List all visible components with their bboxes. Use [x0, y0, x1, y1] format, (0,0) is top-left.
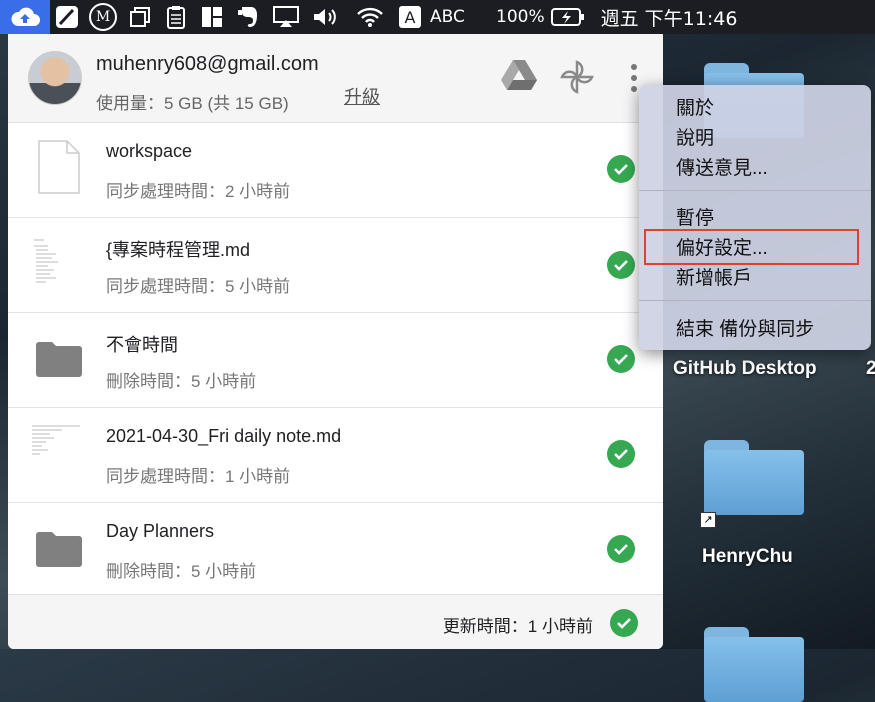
m-badge-icon[interactable]: M — [84, 0, 122, 34]
synced-check-icon — [607, 440, 635, 468]
upgrade-link[interactable]: 升級 — [344, 83, 380, 109]
google-drive-icon[interactable] — [500, 58, 538, 97]
input-source-icon[interactable]: A — [394, 0, 426, 34]
desktop-folder-icon[interactable] — [704, 627, 804, 702]
file-name: {專案時程管理.md — [106, 240, 251, 260]
list-item[interactable]: 2021-04-30_Fri daily note.md 同步處理時間：1 小時… — [8, 408, 663, 503]
synced-check-icon — [607, 345, 635, 373]
desktop-folder-icon[interactable] — [704, 440, 804, 515]
list-item[interactable]: 不會時間 刪除時間：5 小時前 — [8, 313, 663, 408]
backup-sync-cloud-icon[interactable] — [0, 0, 50, 34]
layout-grid-icon[interactable] — [194, 0, 230, 34]
list-item[interactable]: {專案時程管理.md 同步處理時間：5 小時前 — [8, 218, 663, 313]
window-copy-icon[interactable] — [122, 0, 158, 34]
file-status: 同步處理時間：2 小時前 — [106, 182, 291, 201]
wifi-icon[interactable] — [346, 0, 394, 34]
avatar — [28, 51, 82, 105]
file-name: 2021-04-30_Fri daily note.md — [106, 426, 342, 446]
storage-usage: 使用量：5 GB (共 15 GB) — [96, 94, 289, 113]
markdown-thumbnail — [30, 422, 82, 467]
markdown-thumbnail — [30, 234, 76, 299]
options-menu: 關於 說明 傳送意見... 暫停 偏好設定... 新增帳戶 結束 備份與同步 — [639, 85, 871, 350]
menu-item-send-feedback[interactable]: 傳送意見... — [676, 153, 768, 180]
m-badge-label: M — [89, 3, 117, 31]
file-status: 同步處理時間：1 小時前 — [106, 467, 291, 486]
menu-item-pause[interactable]: 暫停 — [676, 203, 714, 230]
menu-item-quit[interactable]: 結束 備份與同步 — [676, 314, 814, 341]
file-status: 刪除時間：5 小時前 — [106, 372, 257, 391]
desktop-label-edge: 2 — [866, 358, 875, 379]
file-name: workspace — [106, 141, 193, 161]
input-source-label[interactable]: ABC — [430, 7, 488, 27]
input-source-letter: A — [399, 6, 421, 28]
menu-separator — [639, 300, 871, 301]
menu-item-add-account[interactable]: 新增帳戶 — [676, 263, 752, 290]
menu-separator — [639, 190, 871, 191]
google-photos-pinwheel-icon[interactable] — [558, 58, 596, 101]
battery-charging-icon[interactable] — [545, 0, 591, 34]
pen-tool-icon[interactable] — [50, 0, 84, 34]
account-email: muhenry608@gmail.com — [96, 53, 319, 75]
file-status: 刪除時間：5 小時前 — [106, 562, 257, 581]
menu-item-help[interactable]: 說明 — [676, 123, 714, 150]
backup-sync-panel: muhenry608@gmail.com 使用量：5 GB (共 15 GB) … — [8, 34, 663, 649]
menu-item-about[interactable]: 關於 — [676, 93, 714, 120]
last-updated: 更新時間：1 小時前 — [442, 617, 593, 636]
folder-icon — [36, 341, 82, 382]
account-header: muhenry608@gmail.com 使用量：5 GB (共 15 GB) … — [8, 34, 663, 123]
file-name: Day Planners — [106, 521, 215, 541]
file-status: 同步處理時間：5 小時前 — [106, 277, 291, 296]
clipboard-icon[interactable] — [158, 0, 194, 34]
synced-check-icon — [607, 155, 635, 183]
desktop-label-henrychu[interactable]: HenryChu — [702, 546, 793, 568]
status-footer: 更新時間：1 小時前 — [8, 594, 663, 649]
list-item[interactable]: workspace 同步處理時間：2 小時前 — [8, 123, 663, 218]
file-name: 不會時間 — [106, 335, 178, 355]
menu-item-preferences[interactable]: 偏好設定... — [676, 233, 768, 260]
synced-check-icon — [607, 251, 635, 279]
desktop-label-github[interactable]: GitHub Desktop — [673, 358, 817, 380]
battery-percent[interactable]: 100% — [496, 7, 545, 27]
folder-icon — [36, 531, 82, 572]
synced-check-icon — [607, 535, 635, 563]
synced-check-icon — [610, 609, 638, 637]
list-item[interactable]: Day Planners 刪除時間：5 小時前 — [8, 503, 663, 598]
menubar-clock[interactable]: 週五 下午11:46 — [601, 4, 738, 31]
document-icon — [38, 140, 80, 199]
volume-icon[interactable] — [306, 0, 346, 34]
alias-arrow-icon: ↗ — [700, 512, 716, 528]
evernote-elephant-icon[interactable] — [230, 0, 266, 34]
recent-files-list: workspace 同步處理時間：2 小時前 {專案時程管理.md 同步處理時間… — [8, 123, 663, 598]
menu-bar: M A ABC 100% 週五 下午11:46 — [0, 0, 875, 34]
airplay-icon[interactable] — [266, 0, 306, 34]
